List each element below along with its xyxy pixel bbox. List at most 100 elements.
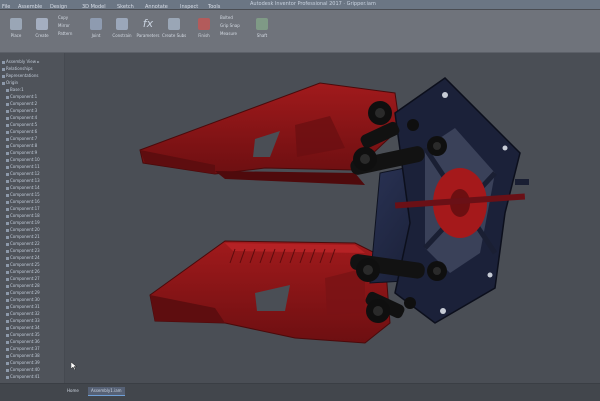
browser-node[interactable]: Component:38 (6, 353, 40, 358)
browser-node-label: Component:40 (10, 367, 40, 372)
tab-assemble[interactable]: Assemble (18, 4, 42, 10)
browser-node[interactable]: Component:33 (6, 318, 40, 323)
browser-node[interactable]: Component:16 (6, 199, 40, 204)
browser-node[interactable]: Component:3 (6, 108, 37, 113)
tab-document[interactable]: Assembly1.iam (88, 387, 125, 396)
create-substitute-button[interactable]: Create Substitute (162, 16, 186, 42)
bolted-button[interactable]: Bolted (220, 15, 233, 20)
part-icon (6, 235, 9, 239)
part-icon (6, 277, 9, 281)
tab-annotate[interactable]: Annotate (145, 4, 168, 10)
browser-node[interactable]: Component:19 (6, 220, 40, 225)
browser-node-label: Component:11 (10, 164, 40, 169)
browser-node-label: Component:15 (10, 192, 40, 197)
part-icon (6, 221, 9, 225)
browser-node-label: Component:9 (10, 150, 38, 155)
browser-node-label: Component:28 (10, 283, 40, 288)
browser-node-label: Component:30 (10, 297, 40, 302)
browser-node[interactable]: Component:39 (6, 360, 40, 365)
browser-node[interactable]: Component:4 (6, 115, 37, 120)
finish-button[interactable]: Finish (192, 16, 216, 42)
browser-node[interactable]: Base:1 (6, 87, 24, 92)
tab-inspect[interactable]: Inspect (180, 4, 198, 10)
part-icon (6, 326, 9, 330)
browser-node[interactable]: Component:9 (6, 150, 37, 155)
browser-node[interactable]: Component:2 (6, 101, 37, 106)
tab-sketch[interactable]: Sketch (117, 4, 134, 10)
part-icon (6, 270, 9, 274)
create-button[interactable]: Create (30, 16, 54, 42)
parameters-button[interactable]: fx Parameters (136, 16, 160, 42)
browser-node[interactable]: Component:7 (6, 136, 37, 141)
browser-node[interactable]: Component:31 (6, 304, 40, 309)
measure-button[interactable]: Measure (220, 31, 237, 36)
pattern-button[interactable]: Pattern (58, 31, 72, 36)
browser-node[interactable]: Component:15 (6, 192, 40, 197)
browser-node-label: Component:7 (10, 136, 38, 141)
browser-node[interactable]: Component:12 (6, 171, 40, 176)
browser-node[interactable]: Component:17 (6, 206, 40, 211)
browser-node-label: Component:21 (10, 234, 40, 239)
browser-node[interactable]: Component:30 (6, 297, 40, 302)
browser-node[interactable]: Component:25 (6, 262, 40, 267)
browser-node[interactable]: Component:32 (6, 311, 40, 316)
part-icon (6, 333, 9, 337)
graphics-viewport[interactable] (65, 53, 600, 383)
browser-node-label: Component:39 (10, 360, 40, 365)
part-icon (6, 95, 9, 99)
browser-node[interactable]: Component:24 (6, 255, 40, 260)
browser-node[interactable]: Component:18 (6, 213, 40, 218)
browser-node[interactable]: Component:1 (6, 94, 37, 99)
browser-node[interactable]: Relationships (2, 66, 33, 71)
browser-node[interactable]: Component:40 (6, 367, 40, 372)
browser-node[interactable]: Component:13 (6, 178, 40, 183)
copy-button[interactable]: Copy (58, 15, 68, 20)
browser-node-label: Component:24 (10, 255, 40, 260)
constrain-button[interactable]: Constrain (110, 16, 134, 42)
browser-node[interactable]: Component:28 (6, 283, 40, 288)
browser-node[interactable]: Component:27 (6, 276, 40, 281)
browser-node[interactable]: Component:6 (6, 129, 37, 134)
browser-node[interactable]: Component:22 (6, 241, 40, 246)
browser-node[interactable]: Component:20 (6, 227, 40, 232)
browser-node[interactable]: Component:10 (6, 157, 40, 162)
place-button[interactable]: Place (4, 16, 28, 42)
tab-home[interactable]: Home (64, 387, 82, 395)
browser-node[interactable]: Component:11 (6, 164, 40, 169)
browser-node[interactable]: Component:37 (6, 346, 40, 351)
part-icon (6, 186, 9, 190)
browser-node[interactable]: Component:14 (6, 185, 40, 190)
browser-node[interactable]: Component:23 (6, 248, 40, 253)
browser-node[interactable]: Component:41 (6, 374, 40, 379)
tab-file[interactable]: File (2, 4, 10, 10)
grip-snap-button[interactable]: Grip Snap (220, 23, 240, 28)
browser-node[interactable]: Component:21 (6, 234, 40, 239)
browser-node[interactable]: Origin (2, 80, 18, 85)
browser-node[interactable]: Component:34 (6, 325, 40, 330)
browser-node[interactable]: Component:5 (6, 122, 37, 127)
browser-node[interactable]: Component:26 (6, 269, 40, 274)
tab-design[interactable]: Design (50, 4, 67, 10)
browser-node[interactable]: Representations (2, 73, 38, 78)
browser-node-label: Component:2 (10, 101, 38, 106)
part-icon (6, 179, 9, 183)
tab-tools[interactable]: Tools (208, 4, 220, 10)
browser-node[interactable]: Component:36 (6, 339, 40, 344)
mirror-button[interactable]: Mirror (58, 23, 70, 28)
create-label: Create (35, 33, 49, 38)
shaft-button[interactable]: Shaft (250, 16, 274, 42)
mouse-cursor-icon (71, 362, 77, 370)
browser-node[interactable]: Component:8 (6, 143, 37, 148)
joint-button[interactable]: Joint (84, 16, 108, 42)
browser-node[interactable]: Assembly View ▸ (2, 59, 39, 64)
browser-node-label: Component:33 (10, 318, 40, 323)
part-icon (6, 284, 9, 288)
model-browser: Assembly View ▸ Relationships Representati… (0, 53, 65, 383)
browser-node[interactable]: Component:35 (6, 332, 40, 337)
browser-node[interactable]: Component:29 (6, 290, 40, 295)
part-icon (6, 151, 9, 155)
substitute-icon (168, 18, 180, 30)
part-icon (6, 375, 9, 379)
browser-node-label: Component:3 (10, 108, 38, 113)
tab-3d-model[interactable]: 3D Model (82, 4, 106, 10)
